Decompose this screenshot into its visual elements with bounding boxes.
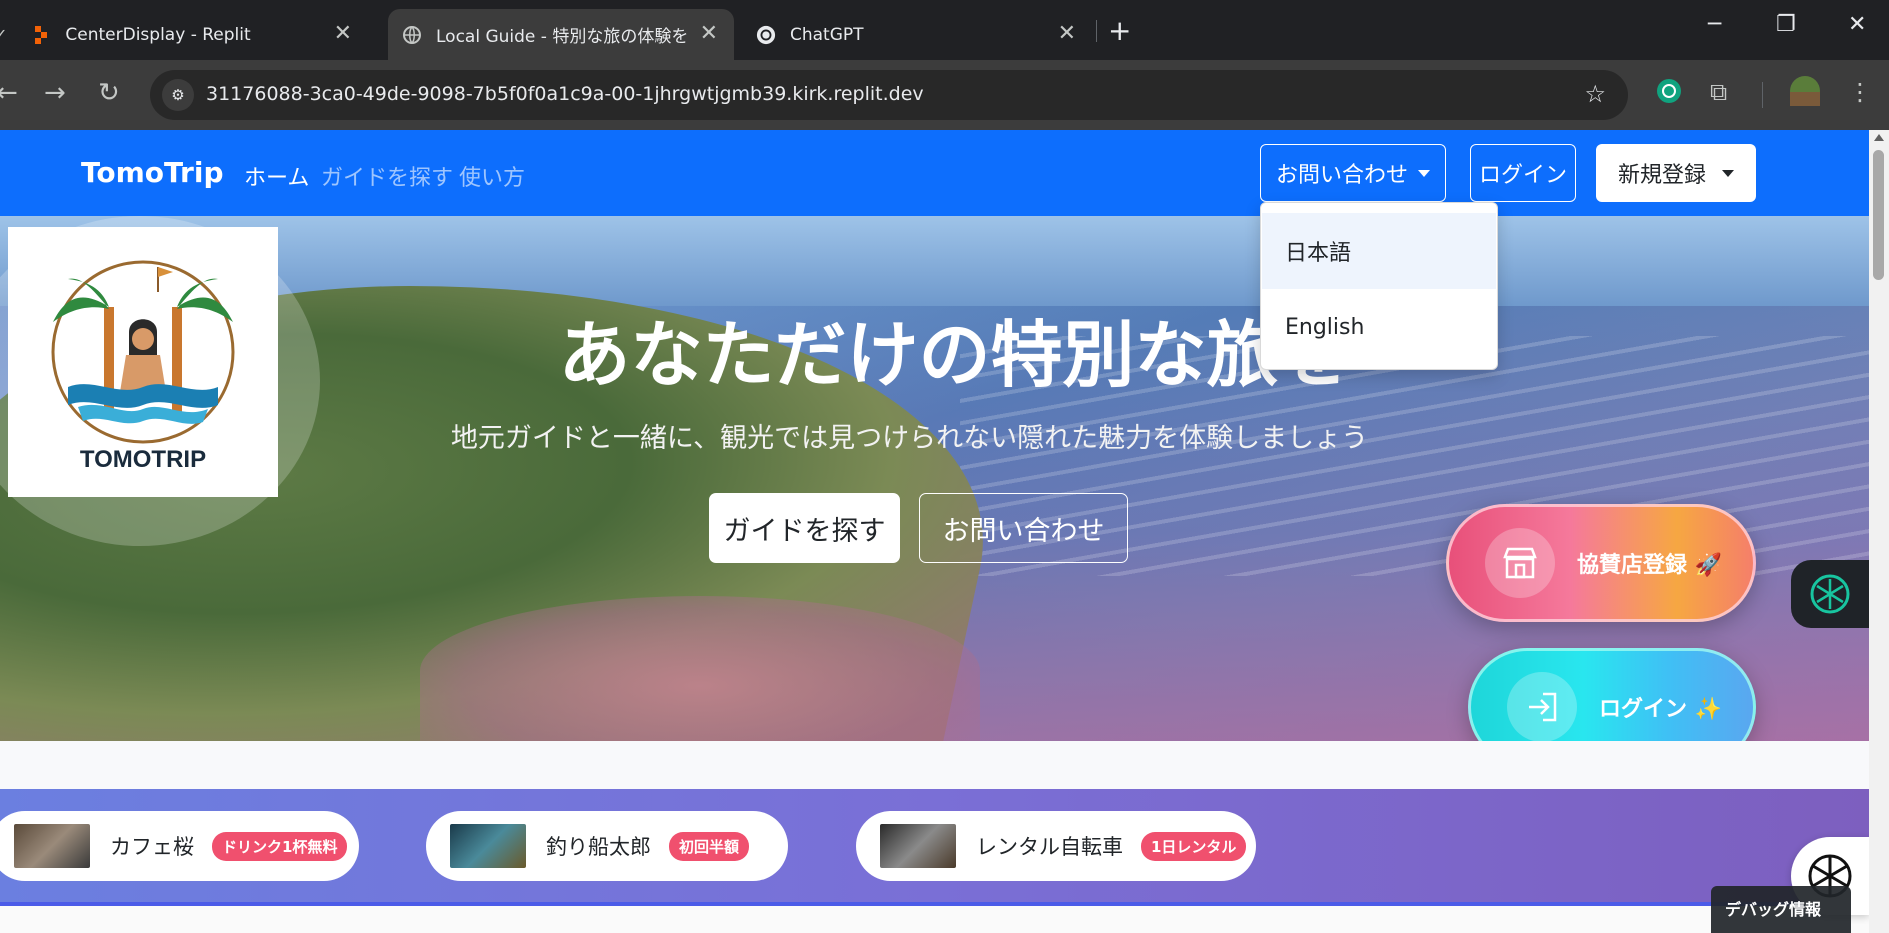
tab-title: ChatGPT bbox=[790, 24, 864, 45]
find-guide-button[interactable]: ガイドを探す bbox=[709, 493, 900, 563]
nav-login-button[interactable]: ログイン bbox=[1470, 144, 1576, 202]
profile-avatar[interactable] bbox=[1790, 76, 1820, 112]
chatgpt-extension-icon[interactable] bbox=[1656, 78, 1682, 110]
dropdown-item-english[interactable]: English bbox=[1262, 289, 1496, 365]
close-icon[interactable]: ✕ bbox=[334, 23, 352, 45]
close-icon[interactable]: ✕ bbox=[700, 23, 718, 45]
sponsor-card-cafe[interactable]: カフェ桜 ドリンク1杯無料 bbox=[0, 811, 359, 881]
chatgpt-helper-button[interactable] bbox=[1791, 560, 1869, 628]
hero-subtitle: 地元ガイドと一緒に、観光では見つけられない隠れた魅力を体験しましょう bbox=[450, 423, 1369, 454]
nav-find-guide[interactable]: ガイドを探す bbox=[321, 160, 453, 192]
register-dropdown-button[interactable]: 新規登録 bbox=[1596, 144, 1756, 202]
browser-toolbar: ← → ↻ ⚙ 31176088-3ca0-49de-9098-7b5f0f0a… bbox=[0, 60, 1889, 130]
hero-rocks bbox=[420, 596, 980, 741]
sponsor-register-label: 協賛店登録 🚀 bbox=[1577, 553, 1723, 578]
chatgpt-icon bbox=[756, 25, 776, 45]
forward-icon[interactable]: → bbox=[44, 78, 66, 108]
reload-icon[interactable]: ↻ bbox=[98, 78, 120, 108]
replit-icon bbox=[31, 25, 51, 45]
menu-kebab-icon[interactable]: ⋮ bbox=[1848, 78, 1872, 106]
site-settings-icon[interactable]: ⚙ bbox=[162, 79, 194, 111]
sponsor-register-button[interactable]: 協賛店登録 🚀 bbox=[1446, 504, 1756, 622]
address-bar[interactable]: ⚙ 31176088-3ca0-49de-9098-7b5f0f0a1c9a-0… bbox=[150, 70, 1628, 120]
back-icon[interactable]: ← bbox=[0, 78, 18, 108]
sponsor-card-bicycle[interactable]: レンタル自転車 1日レンタル bbox=[856, 811, 1256, 881]
url-text: 31176088-3ca0-49de-9098-7b5f0f0a1c9a-00-… bbox=[206, 83, 924, 105]
chevron-icon: ✓ bbox=[0, 25, 8, 44]
chatgpt-icon bbox=[1810, 574, 1850, 614]
tab-replit[interactable]: ✓ CenterDisplay - Replit ✕ bbox=[0, 9, 368, 60]
caret-down-icon bbox=[1722, 169, 1734, 177]
sponsor-badge: ドリンク1杯無料 bbox=[212, 831, 348, 861]
store-icon bbox=[1485, 528, 1555, 598]
restore-icon[interactable]: ❐ bbox=[1776, 12, 1796, 37]
sponsor-badge: 初回半額 bbox=[669, 831, 750, 861]
extensions-puzzle-icon[interactable]: ⧉ bbox=[1710, 78, 1727, 106]
hero-contact-button[interactable]: お問い合わせ bbox=[919, 493, 1128, 563]
content-below-strip bbox=[0, 906, 1869, 933]
sponsor-name: レンタル自転車 bbox=[976, 835, 1123, 859]
sponsor-card-fishing[interactable]: 釣り船太郎 初回半額 bbox=[426, 811, 788, 881]
floating-login-label: ログイン ✨ bbox=[1599, 697, 1723, 722]
tab-title: Local Guide - 特別な旅の体験を bbox=[436, 27, 689, 47]
sponsor-name: 釣り船太郎 bbox=[546, 835, 651, 859]
scrollbar-thumb[interactable] bbox=[1873, 150, 1884, 280]
caret-down-icon bbox=[1418, 169, 1430, 177]
close-icon[interactable]: ✕ bbox=[1058, 23, 1076, 45]
debug-panel[interactable]: デバッグ情報 bbox=[1711, 886, 1851, 933]
brand-logo-text[interactable]: TomoTrip bbox=[81, 156, 224, 189]
sponsor-name: カフェ桜 bbox=[110, 835, 194, 859]
tab-local-guide[interactable]: Local Guide - 特別な旅の体験を ✕ bbox=[388, 9, 734, 60]
login-arrow-icon bbox=[1507, 672, 1577, 741]
sponsor-thumbnail bbox=[450, 824, 526, 868]
contact-dropdown-button[interactable]: お問い合わせ bbox=[1260, 144, 1446, 202]
minimize-icon[interactable]: ─ bbox=[1708, 12, 1721, 37]
tab-title: CenterDisplay - Replit bbox=[65, 24, 251, 45]
bookmark-star-icon[interactable]: ☆ bbox=[1584, 80, 1606, 108]
sponsor-strip: カフェ桜 ドリンク1杯無料 釣り船太郎 初回半額 レンタル自転車 1日レンタル bbox=[0, 789, 1869, 906]
language-dropdown-menu: 日本語 English bbox=[1260, 202, 1498, 370]
nav-home[interactable]: ホーム bbox=[244, 160, 309, 192]
floating-login-button[interactable]: ログイン ✨ bbox=[1468, 648, 1756, 741]
tab-separator bbox=[1096, 20, 1097, 42]
toolbar-separator bbox=[1762, 82, 1763, 108]
tab-chatgpt[interactable]: ChatGPT ✕ bbox=[742, 9, 1092, 60]
close-window-icon[interactable]: ✕ bbox=[1848, 12, 1866, 37]
browser-tab-strip: ✓ CenterDisplay - Replit ✕ Local Guide -… bbox=[0, 0, 1889, 60]
nav-how-to[interactable]: 使い方 bbox=[459, 160, 525, 192]
dropdown-item-japanese[interactable]: 日本語 bbox=[1262, 213, 1496, 289]
sponsor-thumbnail bbox=[14, 824, 90, 868]
new-tab-icon[interactable]: + bbox=[1108, 14, 1131, 47]
sponsor-badge: 1日レンタル bbox=[1141, 831, 1247, 861]
globe-icon bbox=[402, 25, 422, 45]
hero-title: あなただけの特別な旅を bbox=[558, 313, 1351, 397]
site-navbar: TomoTrip ホーム ガイドを探す 使い方 お問い合わせ ログイン 新規登録 bbox=[0, 130, 1869, 216]
hero-section: TOMOTRIP あなただけの特別な旅を 地元ガイドと一緒に、観光では見つけられ… bbox=[0, 216, 1869, 741]
contact-dropdown-label: お問い合わせ bbox=[1275, 163, 1408, 188]
scroll-up-icon[interactable] bbox=[1874, 134, 1884, 141]
page-viewport: TOMOTRIP あなただけの特別な旅を 地元ガイドと一緒に、観光では見つけられ… bbox=[0, 130, 1869, 933]
register-label: 新規登録 bbox=[1617, 163, 1706, 188]
sponsor-thumbnail bbox=[880, 824, 956, 868]
page-scrollbar[interactable] bbox=[1869, 130, 1889, 933]
